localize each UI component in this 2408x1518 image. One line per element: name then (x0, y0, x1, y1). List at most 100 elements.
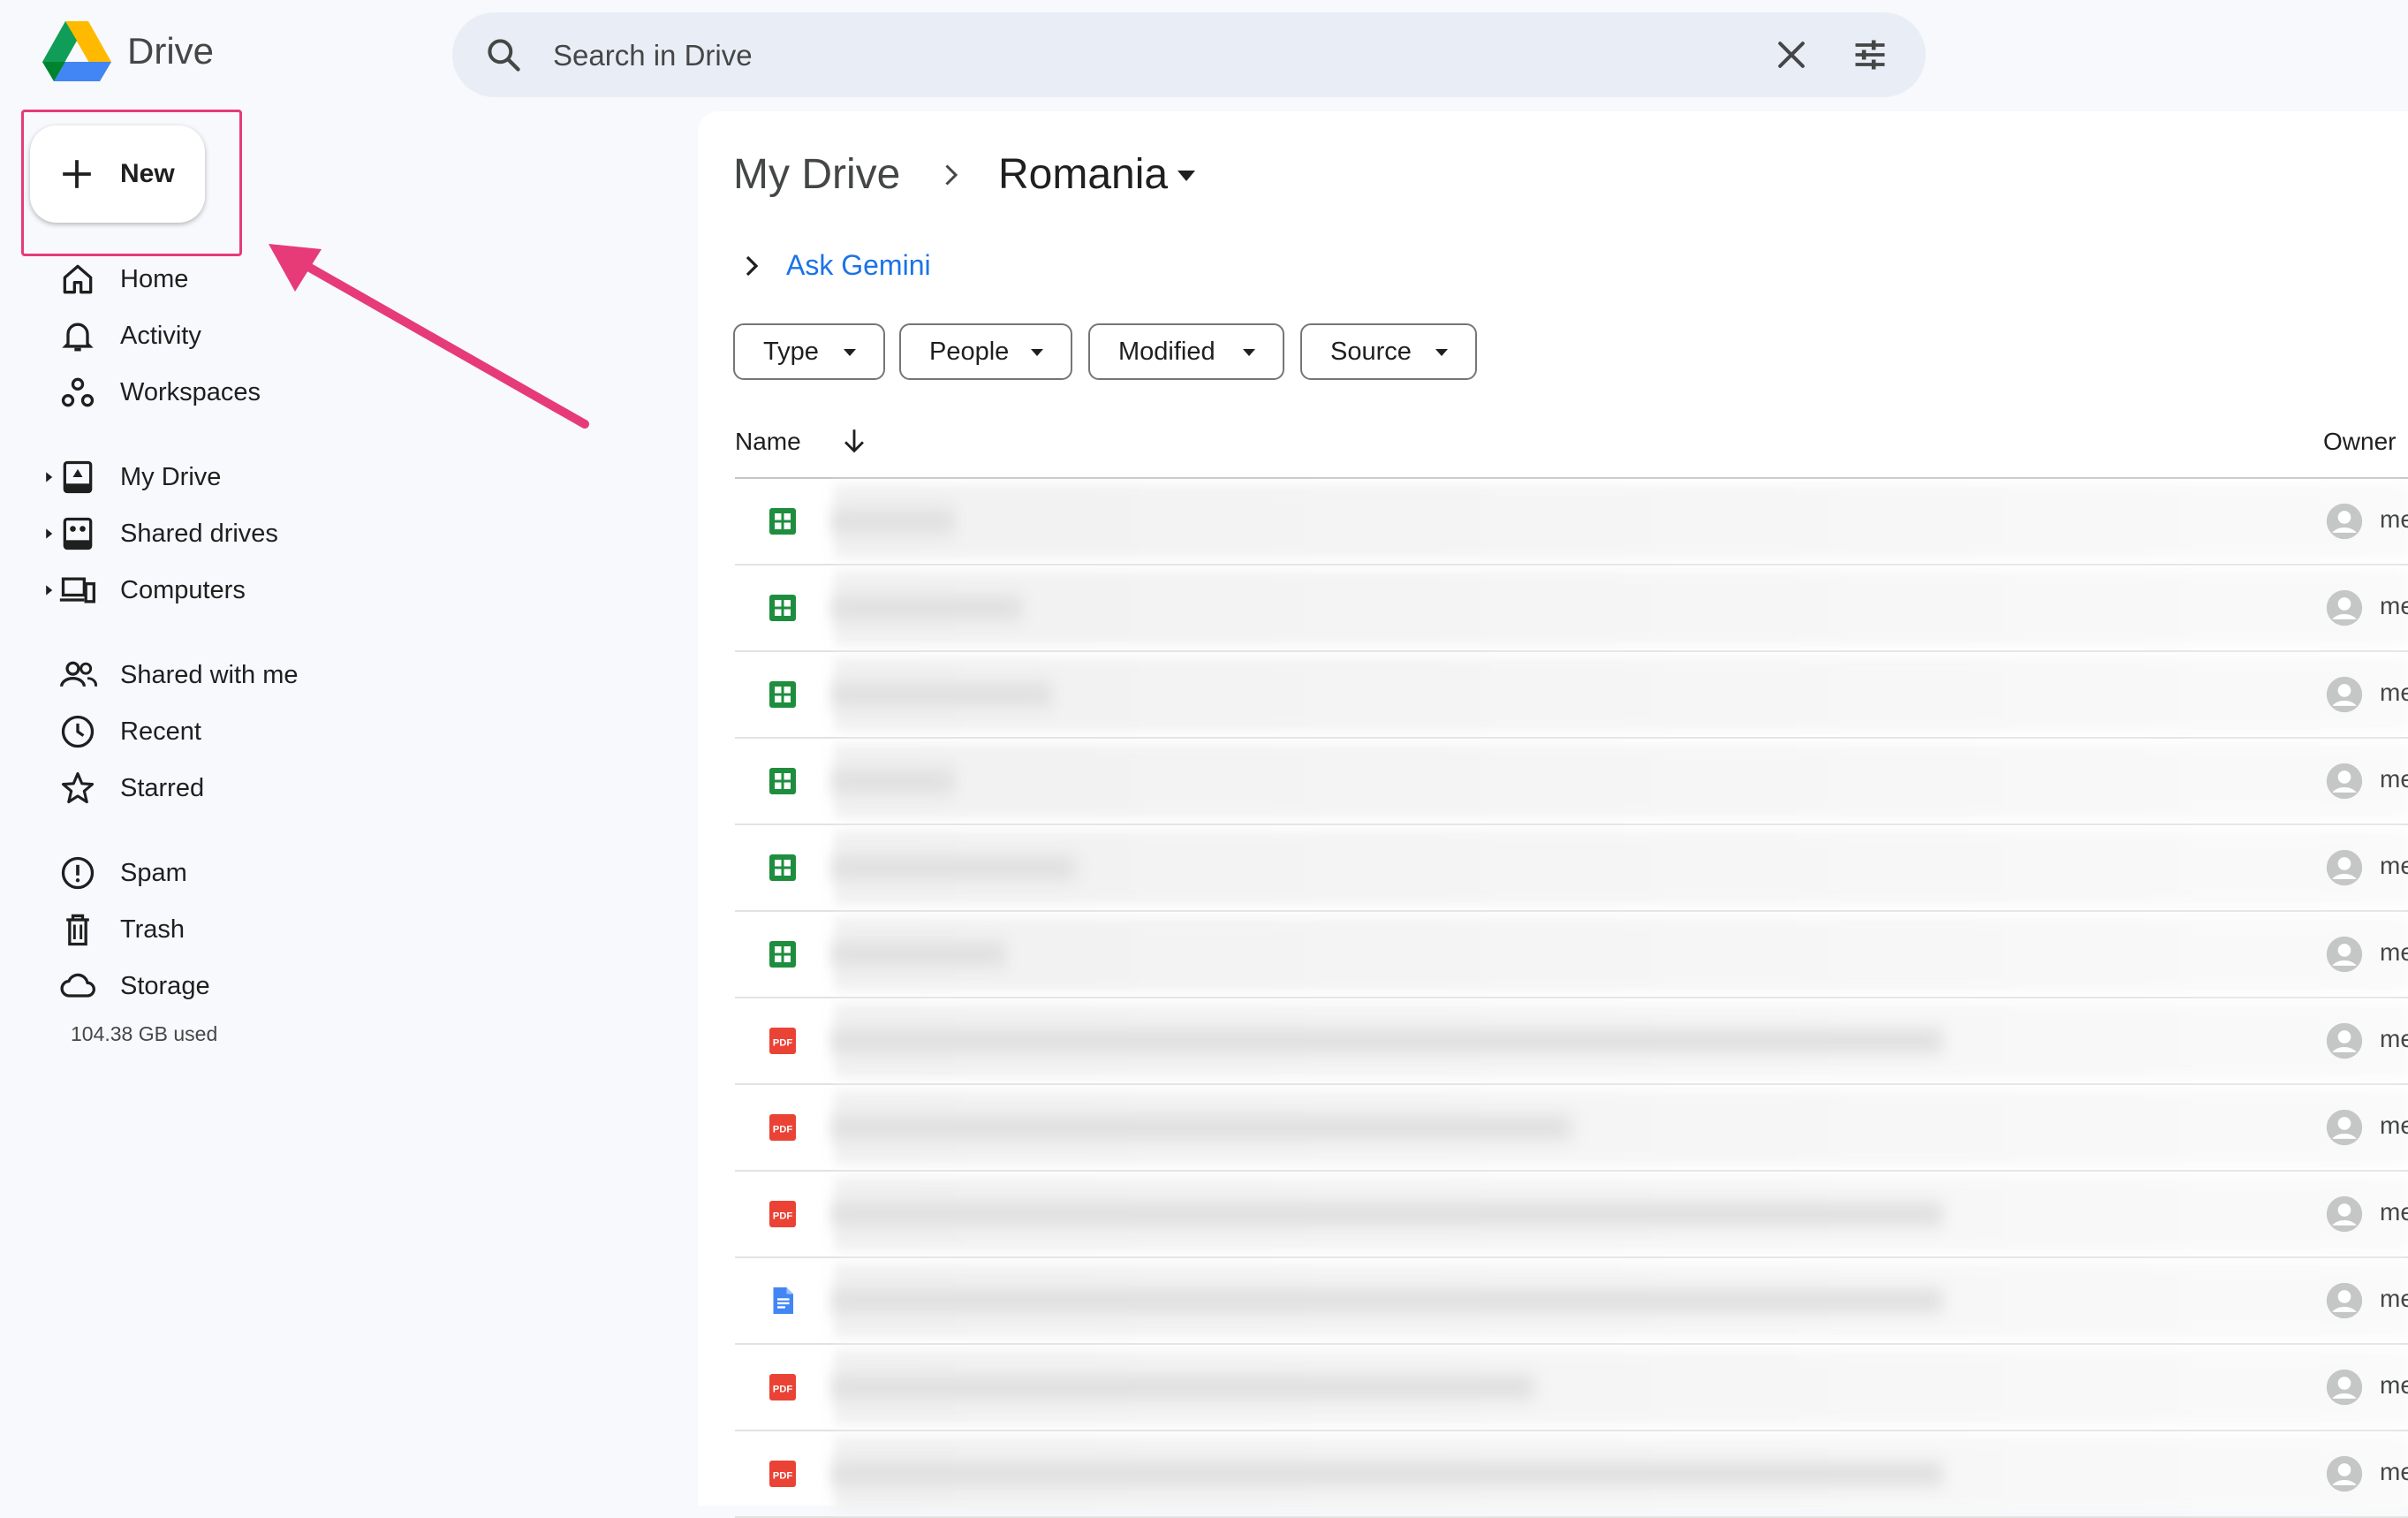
column-header-owner[interactable]: Owner (2323, 428, 2396, 456)
ask-gemini-link[interactable]: Ask Gemini (786, 249, 931, 282)
filter-label: Modified (1118, 337, 1215, 366)
sheets-file-icon (767, 505, 799, 537)
file-name (834, 1375, 1535, 1400)
sidebar-item-shared-with-me[interactable]: Shared with me (32, 650, 403, 700)
sidebar-item-workspaces[interactable]: Workspaces (32, 368, 403, 417)
column-header-name[interactable]: Name (735, 428, 801, 456)
chevron-right-icon[interactable] (738, 253, 765, 279)
plus-icon (63, 160, 91, 188)
owner-name: me (2380, 765, 2408, 793)
sidebar-item-spam[interactable]: Spam (32, 848, 403, 898)
sidebar-item-label: Shared with me (120, 660, 299, 689)
file-name (834, 682, 1049, 707)
trash-icon (66, 914, 89, 946)
file-row[interactable]: PDF me (735, 1431, 2408, 1518)
my-drive-icon (63, 460, 93, 494)
file-name (834, 509, 952, 534)
storage-used-text: 104.38 GB used (71, 1022, 218, 1045)
filter-label: Source (1330, 337, 1412, 366)
shared-with-me-icon (60, 661, 97, 687)
file-row[interactable]: me (735, 825, 2408, 912)
dropdown-arrow-icon (844, 349, 856, 356)
filter-source-chip[interactable]: Source (1300, 323, 1477, 380)
file-row[interactable]: me (735, 565, 2408, 652)
owner-avatar-icon (2326, 676, 2363, 713)
clock-icon (61, 715, 95, 748)
sidebar-item-trash[interactable]: Trash (32, 905, 403, 954)
sort-arrow-down-icon[interactable] (839, 426, 869, 456)
file-row[interactable]: PDF me (735, 1172, 2408, 1258)
caret-right-icon[interactable] (42, 584, 55, 596)
sheets-file-icon (767, 852, 799, 884)
sidebar-item-recent[interactable]: Recent (32, 707, 403, 756)
sidebar-item-storage[interactable]: Storage (32, 961, 403, 1011)
file-row[interactable]: PDF me (735, 1345, 2408, 1431)
search-icon (488, 39, 520, 72)
owner-avatar-icon (2326, 503, 2363, 540)
caret-right-icon[interactable] (42, 471, 55, 483)
owner-avatar-icon (2326, 1109, 2363, 1146)
owner-name: me (2380, 592, 2408, 619)
search-input[interactable] (551, 28, 1685, 83)
file-row[interactable]: me (735, 912, 2408, 998)
owner-name: me (2380, 1025, 2408, 1052)
filter-people-chip[interactable]: People (899, 323, 1072, 380)
sidebar-item-label: Recent (120, 717, 201, 746)
filter-type-chip[interactable]: Type (733, 323, 885, 380)
breadcrumb-current-folder[interactable]: Romania (998, 150, 1168, 199)
svg-text:PDF: PDF (773, 1211, 793, 1221)
file-name (834, 1461, 1942, 1486)
file-list: me me me me me me PDF me PDF me PDF me me PDF me PDF me (735, 479, 2408, 1518)
new-button-label: New (120, 159, 175, 188)
sidebar-item-computers[interactable]: Computers (32, 565, 403, 615)
workspaces-icon (61, 377, 95, 407)
file-row[interactable]: PDF me (735, 998, 2408, 1085)
owner-avatar-icon (2326, 589, 2363, 626)
file-name (834, 769, 952, 793)
file-row[interactable]: me (735, 739, 2408, 825)
file-name (834, 1028, 1942, 1053)
caret-right-icon[interactable] (42, 528, 55, 540)
owner-avatar-icon (2326, 849, 2363, 886)
file-row[interactable]: me (735, 1258, 2408, 1345)
file-row[interactable]: me (735, 652, 2408, 739)
redacted-name-area (834, 657, 2408, 732)
redacted-name-area (834, 484, 2408, 558)
pdf-file-icon: PDF (767, 1112, 799, 1143)
search-options-icon[interactable] (1850, 35, 1890, 74)
dropdown-arrow-icon[interactable] (1177, 170, 1196, 182)
sidebar-item-home[interactable]: Home (32, 254, 403, 304)
filter-label: Type (763, 337, 819, 366)
sidebar-item-starred[interactable]: Starred (32, 763, 403, 813)
svg-text:PDF: PDF (773, 1037, 793, 1048)
sheets-file-icon (767, 938, 799, 970)
pdf-file-icon: PDF (767, 1198, 799, 1230)
sidebar-item-label: Shared drives (120, 519, 278, 548)
svg-text:PDF: PDF (773, 1124, 793, 1135)
docs-file-icon (767, 1285, 799, 1317)
owner-name: me (2380, 1198, 2408, 1226)
file-row[interactable]: PDF me (735, 1085, 2408, 1172)
owner-avatar-icon (2326, 763, 2363, 800)
close-icon[interactable] (1772, 35, 1811, 74)
app-name: Drive (127, 30, 215, 72)
owner-name: me (2380, 679, 2408, 706)
new-button[interactable]: New (30, 125, 205, 223)
star-icon (61, 771, 95, 804)
sidebar-item-shared-drives[interactable]: Shared drives (32, 509, 403, 558)
sidebar-item-label: Storage (120, 971, 210, 1000)
file-row[interactable]: me (735, 479, 2408, 565)
sidebar-item-activity[interactable]: Activity (32, 311, 403, 361)
file-name (834, 942, 1005, 967)
pdf-file-icon: PDF (767, 1371, 799, 1403)
pdf-file-icon: PDF (767, 1458, 799, 1490)
sidebar-item-my-drive[interactable]: My Drive (32, 452, 403, 502)
search-bar[interactable] (452, 12, 1926, 97)
filter-modified-chip[interactable]: Modified (1088, 323, 1284, 380)
sidebar-item-label: Trash (120, 915, 186, 944)
sidebar-item-label: Spam (120, 858, 187, 887)
shared-drives-icon (63, 517, 93, 550)
breadcrumb-root[interactable]: My Drive (733, 150, 900, 199)
sidebar-item-label: Activity (120, 321, 201, 350)
drive-logo-icon (42, 21, 111, 81)
